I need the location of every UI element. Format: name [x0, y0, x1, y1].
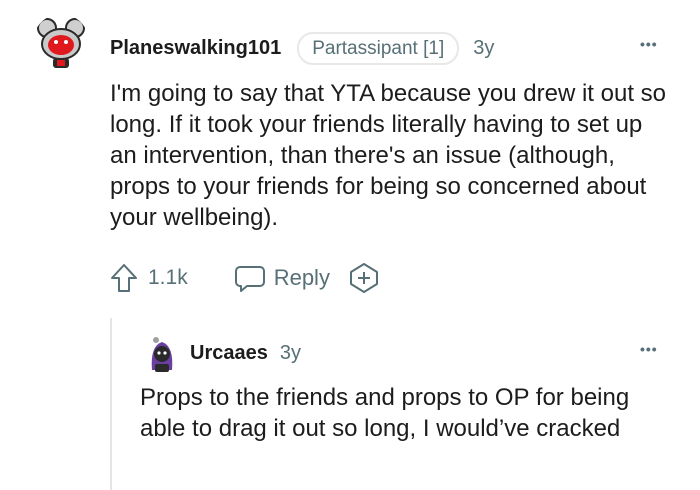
snoo-avatar-icon — [33, 14, 89, 70]
snoo-avatar-icon — [142, 334, 182, 374]
upvote-arrow-icon — [111, 264, 137, 292]
upvote-button[interactable]: 1.1k — [110, 263, 188, 293]
timestamp[interactable]: 3y — [280, 342, 301, 365]
avatar[interactable] — [33, 14, 89, 70]
user-flair: Partassipant [1] — [297, 31, 460, 65]
timestamp[interactable]: 3y — [473, 37, 494, 60]
upvote-count: 1.1k — [148, 266, 188, 289]
username[interactable]: Urcaaes — [190, 342, 268, 365]
more-options-icon[interactable]: ••• — [640, 341, 658, 357]
comment-header: Planeswalking101 Partassipant [1] 3y — [110, 31, 494, 65]
award-plus-icon — [349, 263, 378, 293]
username[interactable]: Planeswalking101 — [110, 37, 281, 60]
comment-header: Urcaaes 3y — [190, 341, 301, 365]
comment-body: I'm going to say that YTA because you dr… — [110, 80, 667, 231]
more-options-icon[interactable]: ••• — [640, 36, 658, 52]
reply-label: Reply — [273, 265, 330, 290]
avatar[interactable] — [142, 334, 182, 374]
comment-body: Props to the friends and props to OP for… — [140, 384, 630, 442]
reply-button[interactable]: Reply — [234, 263, 330, 293]
comment-actions: 1.1k Reply — [110, 262, 380, 294]
thread-line[interactable] — [110, 318, 112, 490]
give-award-button[interactable] — [348, 262, 380, 294]
speech-bubble-icon — [234, 266, 265, 292]
